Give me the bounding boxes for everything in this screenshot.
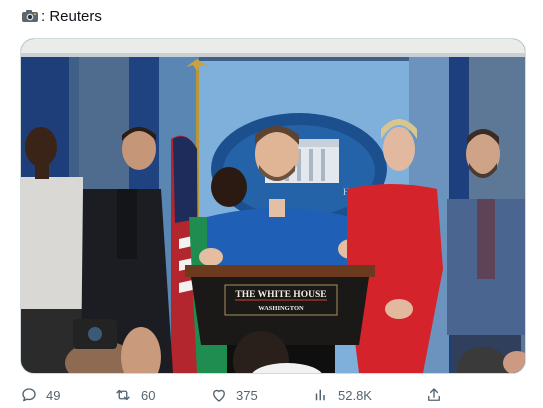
- tweet-photo[interactable]: HOUSE: [20, 38, 526, 374]
- like-button[interactable]: 375: [210, 383, 258, 407]
- retweet-button[interactable]: 60: [113, 383, 155, 407]
- like-count: 375: [236, 387, 258, 403]
- podium-subtitle: WASHINGTON: [258, 305, 304, 312]
- analytics-icon: [315, 389, 325, 401]
- retweet-icon: [116, 389, 130, 401]
- retweet-count: 60: [141, 387, 156, 403]
- reply-button[interactable]: 49: [20, 383, 60, 407]
- reply-icon: [22, 388, 36, 402]
- photo-caption: : Reuters: [21, 6, 102, 26]
- share-icon: [428, 388, 440, 401]
- tweet-actions-bar: 49 60 375 52.8K: [0, 383, 543, 407]
- heart-icon: [213, 389, 225, 402]
- views-button[interactable]: 52.8K: [312, 383, 372, 407]
- caption-text: : Reuters: [41, 7, 102, 25]
- camera-icon: [21, 9, 39, 23]
- views-count: 52.8K: [338, 387, 372, 403]
- podium-title: THE WHITE HOUSE: [235, 290, 326, 300]
- share-button[interactable]: [425, 383, 443, 407]
- reply-count: 49: [46, 387, 61, 403]
